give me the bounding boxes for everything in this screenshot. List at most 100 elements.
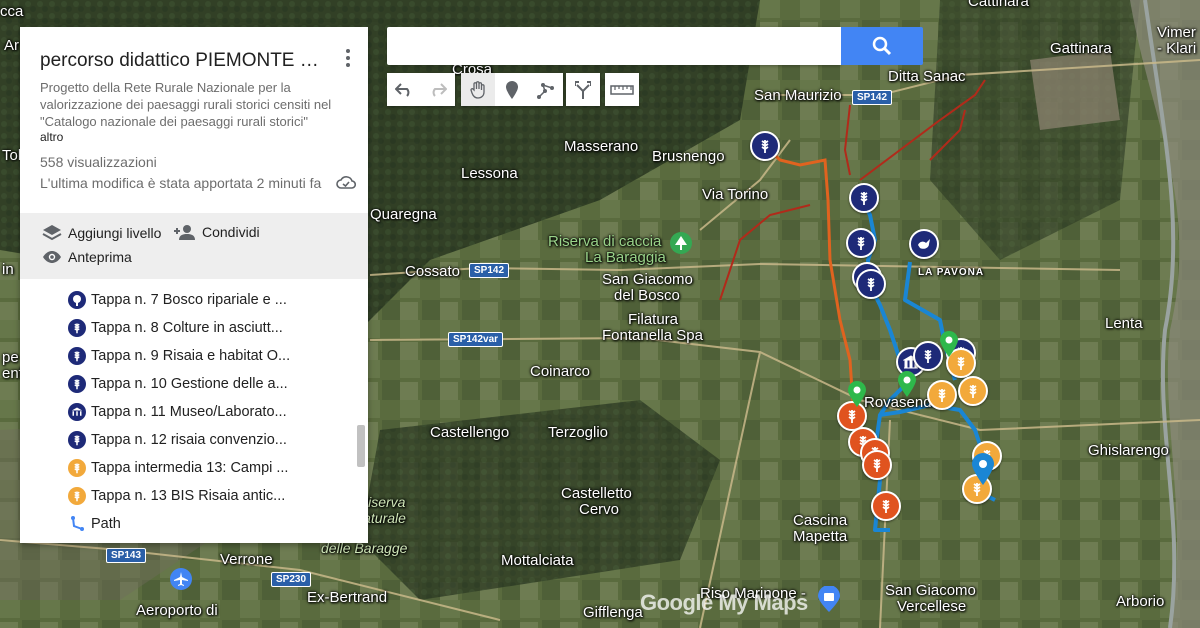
place-label: Quaregna xyxy=(370,206,437,223)
place-label: Cattinara xyxy=(968,0,1029,10)
place-label: Cervo xyxy=(579,501,620,518)
place-label: Lenta xyxy=(1105,315,1143,332)
redo-button[interactable] xyxy=(421,73,455,106)
place-label: Fontanella Spa xyxy=(602,327,703,344)
place-label: Arborio xyxy=(1116,593,1165,610)
map-watermark: Google My Maps xyxy=(640,590,808,615)
layers-icon xyxy=(42,225,62,241)
road-shield: SP230 xyxy=(271,572,312,587)
share-button[interactable]: Condividi xyxy=(174,224,260,240)
list-item-label: Tappa n. 8 Colture in asciutt... xyxy=(91,320,283,336)
place-label: del Bosco xyxy=(614,287,680,304)
tools-toolbar xyxy=(461,73,563,106)
bird-marker[interactable] xyxy=(909,229,939,259)
panel-scrollbar[interactable] xyxy=(357,425,365,467)
place-label: Verrone xyxy=(220,551,273,568)
place-label: Via Torino xyxy=(702,186,769,203)
hand-tool-button[interactable] xyxy=(461,73,495,106)
wheat-icon xyxy=(68,459,86,477)
tree-icon xyxy=(68,291,86,309)
list-item[interactable]: Tappa n. 8 Colture in asciutt... xyxy=(68,317,283,339)
preview-button[interactable]: Anteprima xyxy=(42,249,132,265)
list-item[interactable]: Tappa n. 12 risaia convenzio... xyxy=(68,429,287,451)
wheat-marker[interactable] xyxy=(871,491,901,521)
road-shield: SP142 xyxy=(852,90,893,105)
place-label: in xyxy=(2,261,14,278)
wheat-icon xyxy=(68,319,86,337)
measure-toolbar xyxy=(605,73,639,106)
map-description: Progetto della Rete Rurale Nazionale per… xyxy=(40,80,332,129)
add-layer-button[interactable]: Aggiungi livello xyxy=(42,224,161,242)
green-pin-icon[interactable] xyxy=(898,371,916,402)
place-label: - Klari xyxy=(1157,40,1197,57)
place-label: San Maurizio xyxy=(754,87,842,104)
list-item[interactable]: Tappa intermedia 13: Campi ... xyxy=(68,457,288,479)
list-item[interactable]: Tappa n. 10 Gestione delle a... xyxy=(68,373,288,395)
list-item[interactable]: Tappa n. 7 Bosco ripariale e ... xyxy=(68,289,287,311)
eye-icon xyxy=(43,251,61,263)
place-label: Tol xyxy=(2,147,22,164)
wheat-icon xyxy=(68,347,86,365)
airport-icon xyxy=(170,568,192,590)
wheat-marker[interactable] xyxy=(927,380,957,410)
measure-button[interactable] xyxy=(605,73,639,106)
list-item[interactable]: Tappa n. 13 BIS Risaia antic... xyxy=(68,485,285,507)
undo-button[interactable] xyxy=(387,73,421,106)
place-label: Ditta Sanac xyxy=(888,68,966,85)
green-pin-icon[interactable] xyxy=(940,331,958,362)
list-item[interactable]: Path xyxy=(68,513,121,535)
list-item-label: Tappa n. 7 Bosco ripariale e ... xyxy=(91,292,287,308)
wheat-marker[interactable] xyxy=(750,131,780,161)
map-title[interactable]: percorso didattico PIEMONTE Ba... xyxy=(40,50,330,72)
place-label: Vimer xyxy=(1157,24,1196,41)
green-pin-icon[interactable] xyxy=(848,381,866,412)
wheat-marker[interactable] xyxy=(862,450,892,480)
map-legend-panel: percorso didattico PIEMONTE Ba... Proget… xyxy=(20,27,368,543)
list-item-label: Tappa n. 9 Risaia e habitat O... xyxy=(91,348,291,364)
list-item[interactable]: Tappa n. 11 Museo/Laborato... xyxy=(68,401,287,423)
wheat-icon xyxy=(68,431,86,449)
place-label: Castellengo xyxy=(430,424,510,441)
place-label: Ar xyxy=(4,37,19,54)
place-label: Cossato xyxy=(405,263,461,280)
place-label: Ghislarengo xyxy=(1088,442,1169,459)
search-icon xyxy=(872,36,892,56)
wheat-icon xyxy=(68,375,86,393)
place-label: Brusnengo xyxy=(652,148,725,165)
search-button[interactable] xyxy=(841,27,923,65)
directions-button[interactable] xyxy=(566,73,600,106)
place-label: pe xyxy=(2,349,19,366)
blue-pin-icon[interactable] xyxy=(972,453,994,490)
draw-line-button[interactable] xyxy=(529,73,563,106)
wheat-marker[interactable] xyxy=(958,376,988,406)
wheat-marker[interactable] xyxy=(849,183,879,213)
place-label: Castelletto xyxy=(561,485,632,502)
list-item-label: Tappa n. 10 Gestione delle a... xyxy=(91,376,288,392)
add-layer-label: Aggiungi livello xyxy=(68,225,162,241)
place-label: Cascina xyxy=(793,512,848,529)
place-label: LA PAVONA xyxy=(918,267,985,278)
place-label: San Giacomo xyxy=(885,582,976,599)
add-person-icon xyxy=(174,225,195,240)
wheat-icon xyxy=(68,487,86,505)
more-options-icon[interactable] xyxy=(338,45,358,71)
more-link[interactable]: altro xyxy=(40,130,63,144)
list-item[interactable]: Tappa n. 9 Risaia e habitat O... xyxy=(68,345,290,367)
place-label: Riserva di caccia xyxy=(548,233,662,250)
list-item-label: Tappa n. 11 Museo/Laborato... xyxy=(91,404,287,420)
undo-icon xyxy=(395,82,410,97)
marker-icon xyxy=(506,80,518,99)
share-label: Condividi xyxy=(202,224,260,240)
wheat-marker[interactable] xyxy=(856,269,886,299)
wheat-marker[interactable] xyxy=(846,228,876,258)
place-label: San Giacomo xyxy=(602,271,693,288)
layer-items-list: Tappa n. 7 Bosco ripariale e ... Tappa n… xyxy=(20,279,368,543)
search-input[interactable] xyxy=(387,27,841,65)
place-label: Mottalciata xyxy=(501,552,574,569)
wheat-marker[interactable] xyxy=(913,341,943,371)
list-item-label: Tappa n. 12 risaia convenzio... xyxy=(91,432,287,448)
road-shield: SP142 xyxy=(469,263,510,278)
add-marker-button[interactable] xyxy=(495,73,529,106)
path-icon xyxy=(68,516,86,532)
directions-icon xyxy=(575,80,591,99)
